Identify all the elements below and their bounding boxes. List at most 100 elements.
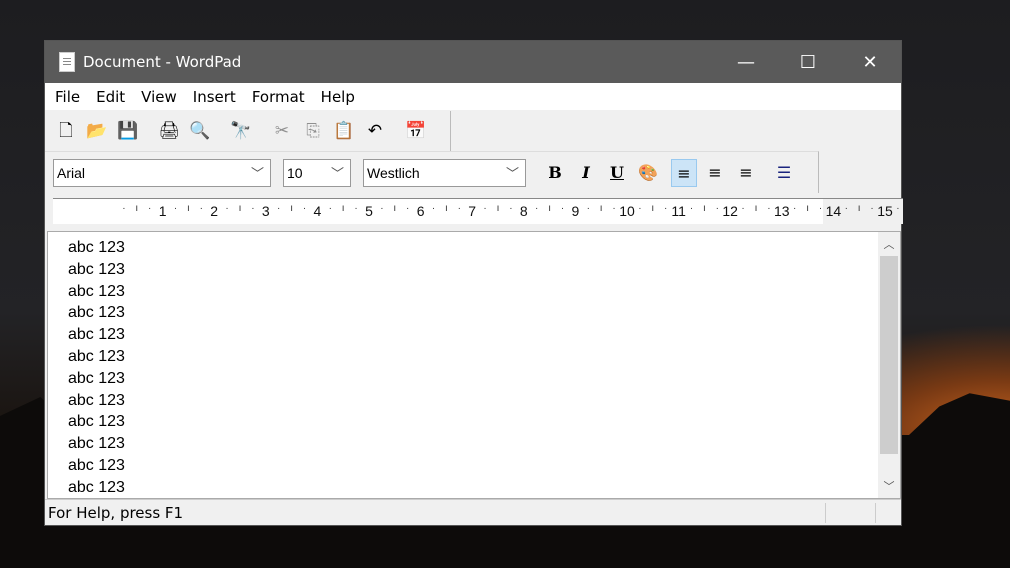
save-icon[interactable]: 💾 <box>117 120 139 142</box>
align-left-button[interactable]: ≡ <box>671 158 697 187</box>
color-button[interactable]: 🎨 <box>635 159 661 187</box>
menu-format[interactable]: Format <box>244 88 313 106</box>
ruler-number: 11 <box>671 203 686 219</box>
text-line: abc 123 <box>68 456 125 474</box>
text-line: abc 123 <box>68 347 125 365</box>
vertical-scrollbar[interactable]: ︿ ﹀ <box>878 232 900 498</box>
ruler-tick: · <box>173 203 178 214</box>
ruler-tick: · <box>328 203 332 214</box>
ruler-tick: ı <box>548 203 551 214</box>
align-right-button[interactable]: ≡ <box>733 159 759 187</box>
ruler-tick: · <box>354 203 358 214</box>
document-text[interactable]: abc 123 abc 123 abc 123 abc 123 abc 123 abc 1… <box>48 232 900 498</box>
ruler-number: 5 <box>365 203 373 219</box>
ruler-tick: · <box>560 203 565 214</box>
ruler-tick: · <box>844 203 848 214</box>
bold-button[interactable]: B <box>542 159 568 187</box>
ruler-tick: · <box>586 203 590 214</box>
font-size-select[interactable]: 10 ﹀ <box>283 158 351 187</box>
text-line: abc 123 <box>68 260 125 278</box>
ruler-tick: · <box>896 203 900 214</box>
menu-file[interactable]: File <box>47 88 88 106</box>
ruler-tick: ı <box>703 203 706 214</box>
ruler-tick: · <box>612 203 616 214</box>
ruler-tick: ı <box>393 203 397 214</box>
ruler-number: 12 <box>722 203 738 219</box>
ruler-number: 2 <box>210 203 219 219</box>
ruler-number: 13 <box>774 203 790 219</box>
text-line: abc 123 <box>68 413 125 431</box>
ruler-number: 15 <box>877 203 893 219</box>
standard-toolbar: 🗋 📂 💾 🖨 🔍 🔭 ✂ ⎘ 📋 ↶ 📅 <box>45 111 451 151</box>
font-family-select[interactable]: Arial ﹀ <box>53 158 271 187</box>
ruler-tick: ı <box>857 203 861 214</box>
print-icon[interactable]: 🖨 <box>158 120 180 142</box>
align-center-button[interactable]: ≡ <box>702 159 728 187</box>
status-bar: For Help, press F1 <box>45 499 901 525</box>
print-preview-icon[interactable]: 🔍 <box>189 120 211 142</box>
ruler-tick: · <box>793 203 797 214</box>
cut-icon[interactable]: ✂ <box>271 120 293 142</box>
ruler-tick: · <box>199 203 203 214</box>
ruler-tick: · <box>664 203 668 214</box>
menu-edit[interactable]: Edit <box>88 88 133 106</box>
ruler[interactable]: 1 · ı · 2 · ı · 3 · ı · 4 · ı · 5 · ı · 6 · ı · 7 · ı · 8 · ı · 9 · ı · 10 · ı… <box>53 198 903 224</box>
ruler-tick: ı <box>238 203 242 214</box>
menu-insert[interactable]: Insert <box>185 88 244 106</box>
ruler-tick: · <box>457 203 461 214</box>
ruler-tick: · <box>509 203 513 214</box>
text-line: abc 123 <box>68 478 125 496</box>
menu-bar: File Edit View Insert Format Help <box>45 83 901 110</box>
menu-view[interactable]: View <box>133 88 185 106</box>
text-line: abc 123 <box>68 282 125 300</box>
ruler-tick: · <box>767 203 771 214</box>
ruler-tick: · <box>380 203 384 214</box>
minimize-button[interactable]: — <box>715 52 777 73</box>
ruler-tick: · <box>818 203 823 214</box>
ruler-tick: · <box>302 203 307 214</box>
ruler-tick: ı <box>806 203 809 214</box>
title-bar: Document - WordPad — ☐ ✕ <box>45 41 901 83</box>
window-title: Document - WordPad <box>83 53 242 71</box>
size-value: 10 <box>287 164 303 181</box>
ruler-number: 10 <box>619 203 635 219</box>
maximize-button[interactable]: ☐ <box>777 52 839 73</box>
script-select[interactable]: Westlich ﹀ <box>363 158 526 187</box>
scroll-down-icon[interactable]: ﹀ <box>878 478 900 494</box>
ruler-tick: · <box>689 203 694 214</box>
ruler-tick: · <box>277 203 281 214</box>
ruler-number: 14 <box>825 203 842 219</box>
ruler-number: 1 <box>158 203 167 219</box>
underline-button[interactable]: U <box>604 159 630 187</box>
close-button[interactable]: ✕ <box>839 52 901 73</box>
ruler-tick: · <box>122 203 126 214</box>
menu-help[interactable]: Help <box>313 88 363 106</box>
ruler-tick: ı <box>445 203 448 214</box>
font-value: Arial <box>57 164 86 181</box>
bullets-button[interactable]: ☰ <box>771 159 797 187</box>
copy-icon[interactable]: ⎘ <box>302 120 324 142</box>
find-icon[interactable]: 🔭 <box>230 120 252 142</box>
ruler-tick: · <box>870 203 874 214</box>
new-icon[interactable]: 🗋 <box>55 120 77 142</box>
undo-icon[interactable]: ↶ <box>364 120 386 142</box>
scroll-up-icon[interactable]: ︿ <box>878 236 900 252</box>
scrollbar-thumb[interactable] <box>880 256 898 454</box>
ruler-number: 7 <box>468 203 477 219</box>
date-time-icon[interactable]: 📅 <box>405 120 427 142</box>
document-area[interactable]: abc 123 abc 123 abc 123 abc 123 abc 123 abc 1… <box>47 231 901 499</box>
ruler-tick: ı <box>651 203 655 214</box>
text-line: abc 123 <box>68 391 125 409</box>
ruler-tick: · <box>251 203 255 214</box>
ruler-tick: · <box>535 203 539 214</box>
italic-button[interactable]: I <box>573 159 599 187</box>
ruler-number: 8 <box>519 203 528 219</box>
ruler-tick: · <box>715 203 719 214</box>
ruler-tick: ı <box>341 203 345 214</box>
ruler-tick: · <box>483 203 487 214</box>
text-line: abc 123 <box>68 304 125 322</box>
paste-icon[interactable]: 📋 <box>333 120 355 142</box>
open-icon[interactable]: 📂 <box>86 120 108 142</box>
script-value: Westlich <box>367 164 420 181</box>
ruler-tick: · <box>431 203 436 214</box>
